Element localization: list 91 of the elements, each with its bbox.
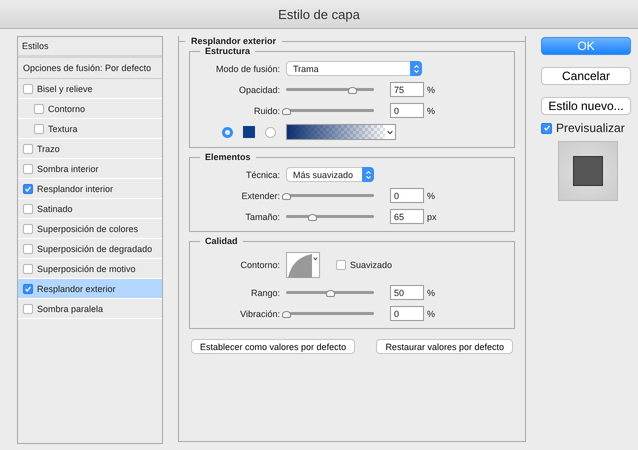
checkbox[interactable] [34, 124, 44, 134]
value-field[interactable]: 75 [390, 82, 424, 97]
checkbox[interactable] [23, 264, 33, 274]
new-style-button[interactable]: Estilo nuevo... [541, 97, 631, 115]
checkbox[interactable] [336, 260, 346, 270]
item-label: Superposición de colores [37, 224, 138, 234]
slider-label: Extender: [240, 190, 281, 200]
item-label: Sombra interior [37, 164, 99, 174]
checkbox-label: Suavizado [350, 260, 392, 270]
slider-thumb[interactable] [282, 193, 290, 200]
item-label: Superposición de degradado [37, 244, 152, 254]
sidebar-item[interactable]: Bisel y relieve [18, 79, 162, 99]
unit-label: % [426, 288, 436, 298]
slider-label: Opacidad: [238, 84, 281, 94]
stepper-icon [362, 167, 374, 182]
sidebar-item[interactable]: Trazo [18, 139, 162, 159]
sidebar-item[interactable]: Sombra interior [18, 159, 162, 179]
item-label: Satinado [37, 204, 73, 214]
unit-label: % [426, 308, 436, 318]
slider-track[interactable] [286, 215, 374, 218]
section-title: Estructura [204, 46, 252, 56]
list-header: Estilos [22, 41, 49, 51]
slider-label: Tamaño: [244, 212, 281, 222]
radio-button[interactable] [222, 126, 233, 138]
item-label: Sombra paralela [37, 304, 104, 314]
sidebar-item[interactable]: Resplandor exterior [18, 279, 162, 299]
item-label: Resplandor exterior [37, 284, 116, 294]
slider-thumb[interactable] [326, 290, 334, 297]
item-label: Resplandor interior [37, 184, 114, 194]
checkbox-label: Previsualizar [556, 121, 625, 135]
checkbox[interactable] [34, 104, 44, 114]
checkbox[interactable] [23, 84, 33, 94]
slider-label: Vibración: [239, 308, 281, 318]
defaults-button[interactable]: Establecer como valores por defecto [191, 339, 356, 354]
checkbox[interactable] [23, 244, 33, 254]
stepper-icon [410, 61, 422, 76]
slider-thumb[interactable] [282, 108, 290, 115]
item-label: Contorno [48, 104, 86, 114]
blend-mode-select[interactable]: Trama [286, 61, 422, 76]
slider-thumb[interactable] [308, 214, 317, 221]
item-label: Bisel y relieve [37, 84, 93, 94]
checkbox[interactable] [23, 204, 33, 214]
slider-thumb[interactable] [348, 87, 356, 94]
contour-picker[interactable] [286, 252, 320, 278]
sidebar-item[interactable]: Sombra paralela [18, 299, 162, 319]
gradient-picker[interactable] [286, 124, 396, 140]
checkbox[interactable] [23, 224, 33, 234]
checkbox[interactable] [541, 122, 552, 134]
slider-thumb[interactable] [282, 311, 290, 318]
defaults-button[interactable]: Restaurar valores por defecto [376, 339, 513, 354]
unit-label: px [426, 212, 437, 222]
value-field[interactable]: 65 [390, 209, 424, 224]
sidebar-item[interactable]: Contorno [18, 99, 162, 119]
value-field[interactable]: 0 [390, 103, 424, 118]
field-label: Contorno: [239, 260, 281, 270]
value-field[interactable]: 50 [390, 285, 424, 300]
sidebar-item[interactable]: Superposición de degradado [18, 239, 162, 259]
checkbox[interactable] [23, 304, 33, 314]
sidebar-item[interactable]: Textura [18, 119, 162, 139]
section-title: Elementos [204, 152, 252, 162]
unit-label: % [426, 190, 436, 200]
item-label: Superposición de motivo [37, 264, 136, 274]
sidebar-item[interactable]: Opciones de fusión: Por defecto [18, 58, 162, 79]
value-field[interactable]: 0 [390, 188, 424, 203]
checkbox[interactable] [23, 184, 33, 194]
field-label: Modo de fusión: [214, 64, 281, 74]
radio-button[interactable] [265, 126, 276, 138]
checkbox[interactable] [23, 284, 33, 294]
section-title: Calidad [204, 236, 239, 246]
field-label: Técnica: [244, 170, 281, 180]
cancel-button[interactable]: Cancelar [541, 67, 631, 85]
checkbox[interactable] [23, 164, 33, 174]
sidebar-item[interactable]: Resplandor interior [18, 179, 162, 199]
technique-select[interactable]: Más suavizado [286, 167, 374, 182]
value-field[interactable]: 0 [390, 306, 424, 321]
unit-label: % [426, 84, 436, 94]
sidebar-item[interactable]: Satinado [18, 199, 162, 219]
slider-track[interactable] [286, 88, 374, 91]
slider-track[interactable] [286, 291, 374, 294]
checkbox[interactable] [23, 144, 33, 154]
preview-thumbnail [558, 141, 618, 201]
unit-label: % [426, 106, 436, 116]
item-label: Textura [48, 124, 78, 134]
color-swatch[interactable] [243, 126, 255, 138]
sidebar-item[interactable]: Superposición de colores [18, 219, 162, 239]
caret-icon [386, 128, 394, 136]
caret-icon [313, 256, 318, 261]
item-label: Trazo [37, 144, 60, 154]
slider-label: Ruido: [252, 106, 281, 116]
slider-label: Rango: [250, 288, 281, 298]
window-title: Estilo de capa [278, 6, 360, 22]
